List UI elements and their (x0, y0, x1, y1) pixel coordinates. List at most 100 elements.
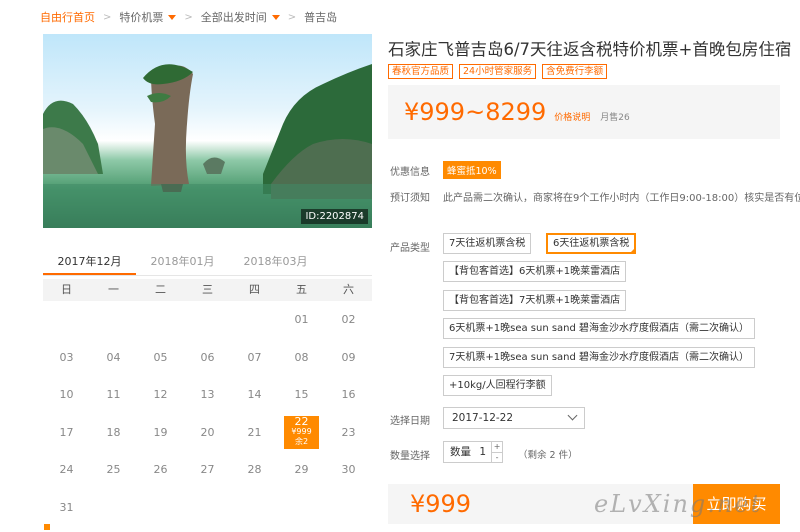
calendar-day: 24 (59, 463, 74, 477)
month-tab[interactable]: 2017年12月 (43, 251, 136, 275)
calendar-day: 20 (200, 425, 215, 439)
price-explanation-link[interactable]: 价格说明 (554, 110, 590, 123)
calendar-empty-cell (184, 301, 231, 339)
calendar-day: 17 (59, 425, 74, 439)
price-box: ¥999~8299 价格说明 月售26 (388, 85, 780, 139)
calendar-day: 05 (153, 350, 168, 364)
breadcrumb-separator-icon: > (103, 11, 112, 23)
product-option[interactable]: 6天机票+1晚sea sun sand 碧海金沙水疗度假酒店（需二次确认） (443, 318, 756, 339)
calendar-day: 23 (341, 425, 356, 439)
calendar-day: 27 (200, 463, 215, 477)
calendar-empty-cell (43, 301, 90, 339)
quantity-field-label: 数量 (450, 446, 471, 458)
product-tag: 含免费行李额 (542, 64, 608, 79)
calendar-days-grid: 01 02 03 04 05 06 07 08 09 10 11 12 13 14 15 16 17 18 19 20… (43, 301, 372, 526)
product-option[interactable]: +10kg/人回程行李额 (443, 375, 552, 396)
calendar-empty-cell (90, 301, 137, 339)
calendar-empty-cell (137, 301, 184, 339)
stock-remaining: （剩余 2 件） (518, 450, 578, 461)
selected-day-price: ¥999 (291, 427, 312, 437)
date-calendar: 2017年12月 2018年01月 2018年03月 日 一 二 三 四 五 六… (43, 251, 372, 526)
quantity-label: 数量选择 (390, 451, 430, 462)
increment-button[interactable]: + (492, 442, 502, 453)
calendar-day: 19 (153, 425, 168, 439)
scroll-fragment (44, 524, 50, 530)
product-image: ID:2202874 (43, 34, 372, 228)
breadcrumb-cheap-tickets-label: 特价机票 (119, 11, 164, 24)
calendar-day: 15 (294, 388, 309, 402)
product-tags: 春秋官方品质 24小时管家服务 含免费行李额 (388, 64, 608, 79)
quantity-buttons: + - (491, 442, 502, 462)
calendar-day: 18 (106, 425, 121, 439)
weekday-label: 三 (202, 283, 213, 296)
date-select-value: 2017-12-22 (452, 412, 514, 424)
promo-label: 优惠信息 (390, 167, 430, 178)
monthly-sales: 月售26 (600, 112, 630, 123)
month-tab[interactable]: 2018年01月 (136, 251, 229, 275)
breadcrumb-home-link[interactable]: 自由行首页 (40, 9, 95, 25)
product-tag: 春秋官方品质 (388, 64, 454, 79)
breadcrumb-separator-icon: > (184, 11, 193, 23)
product-title: 石家庄飞普吉岛6/7天往返含税特价机票+首晚包房住宿 (388, 40, 792, 59)
watermark: eLvXing.net (594, 490, 763, 518)
breadcrumb-cheap-tickets[interactable]: 特价机票 (119, 9, 177, 25)
calendar-day: 03 (59, 350, 74, 364)
breadcrumb-current: 普吉岛 (304, 11, 338, 24)
quantity-value[interactable]: 1 (479, 442, 491, 462)
calendar-day-selected[interactable]: 22 ¥999 余2 (284, 415, 319, 449)
calendar-day: 01 (294, 313, 309, 327)
price-range: ¥999~8299 (404, 98, 547, 126)
breadcrumb-departure-time[interactable]: 全部出发时间 (201, 9, 280, 25)
calendar-day: 13 (200, 388, 215, 402)
calendar-day: 14 (247, 388, 262, 402)
calendar-day: 30 (341, 463, 356, 477)
product-option[interactable]: 7天机票+1晚sea sun sand 碧海金沙水疗度假酒店（需二次确认） (443, 347, 756, 368)
weekday-header: 日 一 二 三 四 五 六 (43, 279, 372, 301)
calendar-day: 07 (247, 350, 262, 364)
calendar-day: 26 (153, 463, 168, 477)
calendar-day: 11 (106, 388, 121, 402)
product-option-selected[interactable]: 6天往返机票含税 (546, 233, 637, 254)
calendar-day: 09 (341, 350, 356, 364)
quantity-stepper[interactable]: 数量 1 + - (443, 441, 503, 463)
month-tab[interactable]: 2018年03月 (229, 251, 322, 275)
calendar-day: 02 (341, 313, 356, 327)
calendar-day: 12 (153, 388, 168, 402)
breadcrumb-separator-icon: > (287, 11, 297, 23)
weekday-label: 二 (155, 283, 166, 296)
weekday-label: 一 (108, 283, 119, 296)
calendar-day: 31 (59, 500, 74, 514)
calendar-day: 04 (106, 350, 121, 364)
weekday-label: 四 (249, 283, 260, 296)
selected-day-remaining: 余2 (294, 437, 309, 447)
calendar-day: 06 (200, 350, 215, 364)
caret-down-icon (168, 14, 177, 20)
calendar-day: 10 (59, 388, 74, 402)
weekday-label: 六 (343, 283, 354, 296)
calendar-day: 28 (247, 463, 262, 477)
calendar-day: 16 (341, 388, 356, 402)
calendar-day: 29 (294, 463, 309, 477)
product-type-label: 产品类型 (390, 243, 430, 254)
breadcrumb: 自由行首页 > 特价机票 > 全部出发时间 > 普吉岛 (40, 8, 337, 26)
weekday-label: 五 (296, 283, 307, 296)
calendar-day: 21 (247, 425, 262, 439)
date-label: 选择日期 (390, 416, 430, 427)
notice-label: 预订须知 (390, 193, 430, 204)
caret-down-icon (271, 14, 280, 20)
chevron-down-icon (567, 410, 578, 421)
decrement-button[interactable]: - (492, 453, 502, 463)
island-illustration (43, 64, 372, 228)
calendar-day: 08 (294, 350, 309, 364)
promo-badge: 蜂蜜抵10% (443, 161, 501, 179)
weekday-label: 日 (61, 283, 72, 296)
calendar-day: 25 (106, 463, 121, 477)
date-select[interactable]: 2017-12-22 (443, 407, 585, 429)
breadcrumb-departure-time-label: 全部出发时间 (200, 11, 267, 24)
product-option[interactable]: 【背包客首选】7天机票+1晚莱雷酒店 (443, 290, 627, 311)
buy-price: ¥999 (410, 490, 472, 518)
booking-notice: 此产品需二次确认，商家将在9个工作小时内（工作日9:00-18:00）核实是否有… (443, 193, 800, 204)
product-option[interactable]: 7天往返机票含税 (443, 233, 532, 254)
month-tabs: 2017年12月 2018年01月 2018年03月 (43, 251, 372, 276)
product-option[interactable]: 【背包客首选】6天机票+1晚莱雷酒店 (443, 261, 627, 282)
